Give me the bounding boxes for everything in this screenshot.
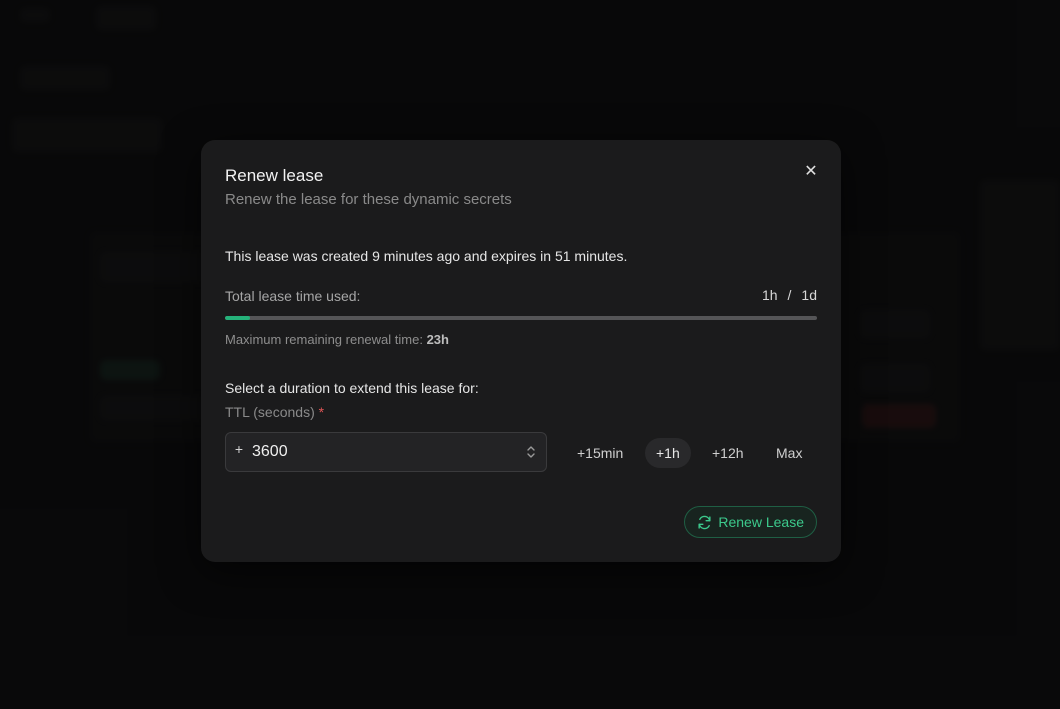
refresh-icon	[698, 515, 711, 529]
max-renewal-text: Maximum remaining renewal time: 23h	[225, 332, 449, 347]
ttl-prefix: +	[234, 441, 244, 457]
lease-usage-label: Total lease time used:	[225, 288, 361, 304]
dialog-subtitle: Renew the lease for these dynamic secret…	[225, 191, 512, 208]
required-marker: *	[318, 404, 325, 420]
dialog-title: Renew lease	[225, 166, 324, 185]
renew-lease-label: Renew Lease	[718, 514, 804, 530]
ttl-field: +	[225, 432, 547, 472]
ttl-stepper-icon[interactable]	[516, 433, 546, 471]
renew-lease-dialog: Renew lease Renew the lease for these dy…	[201, 140, 841, 562]
lease-usage-value: 1h / 1d	[762, 287, 817, 303]
lease-info-text: This lease was created 9 minutes ago and…	[225, 248, 628, 264]
max-renewal-label: Maximum remaining renewal time:	[225, 332, 423, 347]
ttl-label-text: TTL (seconds)	[225, 404, 315, 420]
preset-1h-button[interactable]: +1h	[645, 438, 691, 468]
ttl-input[interactable]	[252, 443, 516, 461]
ttl-label: TTL (seconds) *	[225, 404, 324, 420]
extend-prompt: Select a duration to extend this lease f…	[225, 380, 479, 396]
lease-usage-separator: /	[787, 287, 792, 303]
renew-lease-button[interactable]: Renew Lease	[684, 506, 817, 538]
preset-12h-button[interactable]: +12h	[701, 438, 755, 468]
close-icon[interactable]: ✕	[801, 162, 821, 182]
preset-max-button[interactable]: Max	[765, 438, 813, 468]
lease-progress-fill	[225, 316, 250, 320]
lease-total: 1d	[801, 287, 817, 303]
lease-progress-bar	[225, 316, 817, 320]
max-renewal-value: 23h	[426, 332, 449, 347]
preset-15min-button[interactable]: +15min	[566, 438, 634, 468]
lease-used: 1h	[761, 287, 778, 303]
